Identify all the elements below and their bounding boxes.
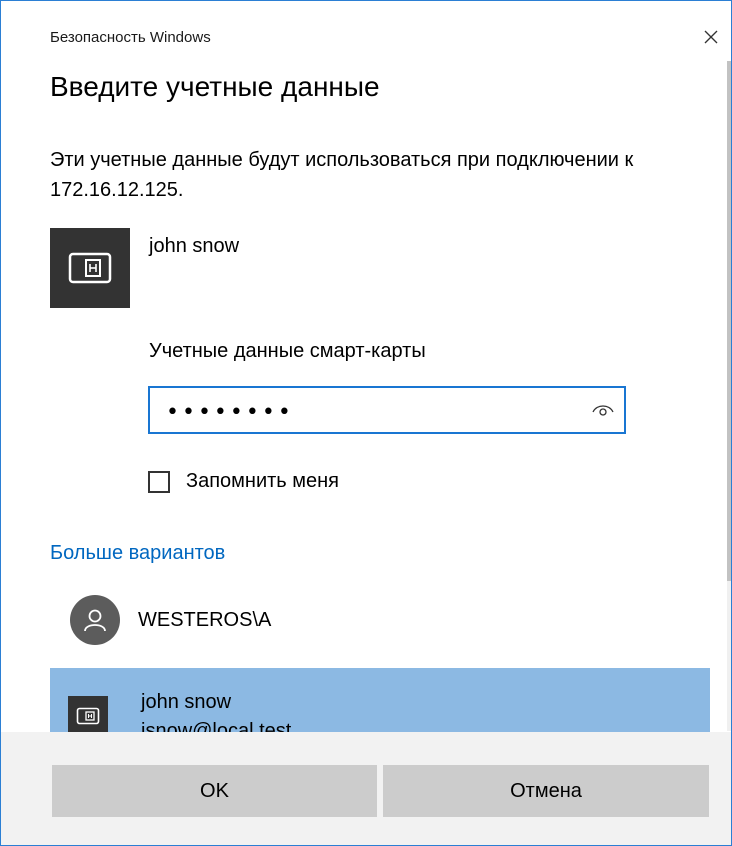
account-option-name: john snow: [141, 691, 232, 713]
dialog-heading: Введите учетные данные: [50, 71, 380, 102]
pin-input[interactable]: [164, 394, 578, 430]
remember-me-label: Запомнить меня: [186, 470, 340, 492]
more-options-link[interactable]: Больше вариантов: [50, 542, 225, 565]
user-icon: [84, 609, 106, 632]
account-option-westeros[interactable]: WESTEROS\A: [50, 584, 710, 656]
eye-icon: [592, 405, 614, 416]
scrollbar-thumb[interactable]: [727, 61, 731, 581]
account-option-name: WESTEROS\A: [138, 608, 272, 631]
smart-card-tile: [68, 696, 108, 732]
cancel-button[interactable]: Отмена: [383, 765, 709, 817]
user-avatar: [70, 595, 120, 645]
checkbox-box[interactable]: [148, 470, 170, 493]
smart-card-icon: [76, 707, 100, 725]
dialog-description: Эти учетные данные будут использоваться …: [50, 149, 634, 201]
account-option-email: jsnow@local.test: [141, 720, 292, 732]
ok-button[interactable]: OK: [52, 765, 377, 817]
account-option-smartcard[interactable]: john snow jsnow@local.test: [50, 668, 710, 732]
account-tile: [50, 228, 130, 308]
credential-dialog: Безопасность Windows Введите учетные дан…: [0, 0, 732, 846]
close-icon: [704, 30, 718, 44]
account-name: john snow: [149, 235, 240, 257]
smart-card-icon: [68, 252, 112, 284]
credential-label: Учетные данные смарт-карты: [149, 340, 426, 362]
close-button[interactable]: [695, 21, 727, 53]
reveal-password-button[interactable]: [588, 396, 618, 424]
pin-field[interactable]: [148, 386, 626, 434]
remember-me-checkbox[interactable]: Запомнить меня: [148, 470, 339, 493]
window-title: Безопасность Windows: [50, 29, 211, 46]
